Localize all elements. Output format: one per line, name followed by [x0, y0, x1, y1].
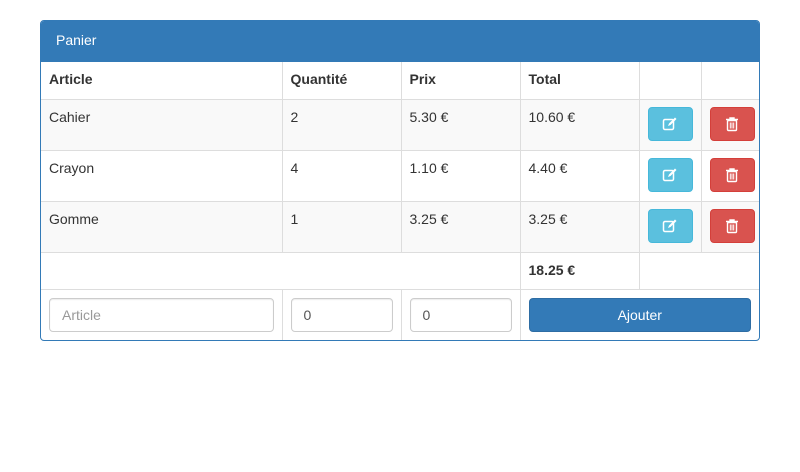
header-edit	[639, 62, 702, 99]
header-quantite: Quantité	[282, 62, 402, 99]
cell-prix-input	[401, 288, 521, 340]
cell-article: Gomme	[41, 200, 283, 252]
trash-icon	[726, 117, 738, 131]
delete-button[interactable]	[709, 106, 755, 141]
grand-total: 18.25 €	[520, 251, 640, 289]
panel-title: Panier	[41, 21, 759, 62]
edit-button[interactable]	[647, 208, 693, 243]
add-button[interactable]: Ajouter	[528, 297, 751, 332]
header-total: Total	[520, 62, 640, 99]
pencil-square-icon	[662, 117, 677, 131]
total-empty	[639, 251, 759, 289]
cell-edit	[639, 200, 702, 252]
cell-prix: 1.10 €	[401, 149, 521, 201]
prix-input[interactable]	[409, 297, 512, 332]
header-article: Article	[41, 62, 283, 99]
total-spacer	[41, 251, 521, 289]
pencil-square-icon	[662, 168, 677, 182]
quantite-input[interactable]	[290, 297, 393, 332]
cell-edit	[639, 149, 702, 201]
cell-delete	[701, 200, 759, 252]
cell-article: Cahier	[41, 98, 283, 150]
table-row: Gomme 1 3.25 € 3.25 €	[41, 200, 759, 252]
cell-delete	[701, 98, 759, 150]
cell-add-button: Ajouter	[520, 288, 759, 340]
cell-total: 10.60 €	[520, 98, 640, 150]
cell-prix: 5.30 €	[401, 98, 521, 150]
cell-delete	[701, 149, 759, 201]
add-item-row: Ajouter	[41, 288, 759, 340]
cell-total: 4.40 €	[520, 149, 640, 201]
cart-table: Article Quantité Prix Total Cahier 2 5.3…	[41, 62, 759, 340]
cell-total: 3.25 €	[520, 200, 640, 252]
delete-button[interactable]	[709, 157, 755, 192]
trash-icon	[726, 219, 738, 233]
cell-quantite-input	[282, 288, 402, 340]
header-prix: Prix	[401, 62, 521, 99]
article-input[interactable]	[49, 297, 274, 332]
pencil-square-icon	[662, 219, 677, 233]
delete-button[interactable]	[709, 208, 755, 243]
table-row: Cahier 2 5.30 € 10.60 €	[41, 98, 759, 150]
cell-quantite: 2	[282, 98, 402, 150]
table-row: Crayon 4 1.10 € 4.40 €	[41, 149, 759, 201]
edit-button[interactable]	[647, 106, 693, 141]
cell-edit	[639, 98, 702, 150]
table-header-row: Article Quantité Prix Total	[41, 62, 759, 99]
edit-button[interactable]	[647, 157, 693, 192]
cart-panel: Panier Article Quantité Prix Total Cahie…	[40, 20, 760, 341]
cell-article-input	[41, 288, 283, 340]
cell-article: Crayon	[41, 149, 283, 201]
cell-quantite: 4	[282, 149, 402, 201]
total-row: 18.25 €	[41, 251, 759, 289]
trash-icon	[726, 168, 738, 182]
cell-quantite: 1	[282, 200, 402, 252]
cell-prix: 3.25 €	[401, 200, 521, 252]
header-delete	[701, 62, 759, 99]
